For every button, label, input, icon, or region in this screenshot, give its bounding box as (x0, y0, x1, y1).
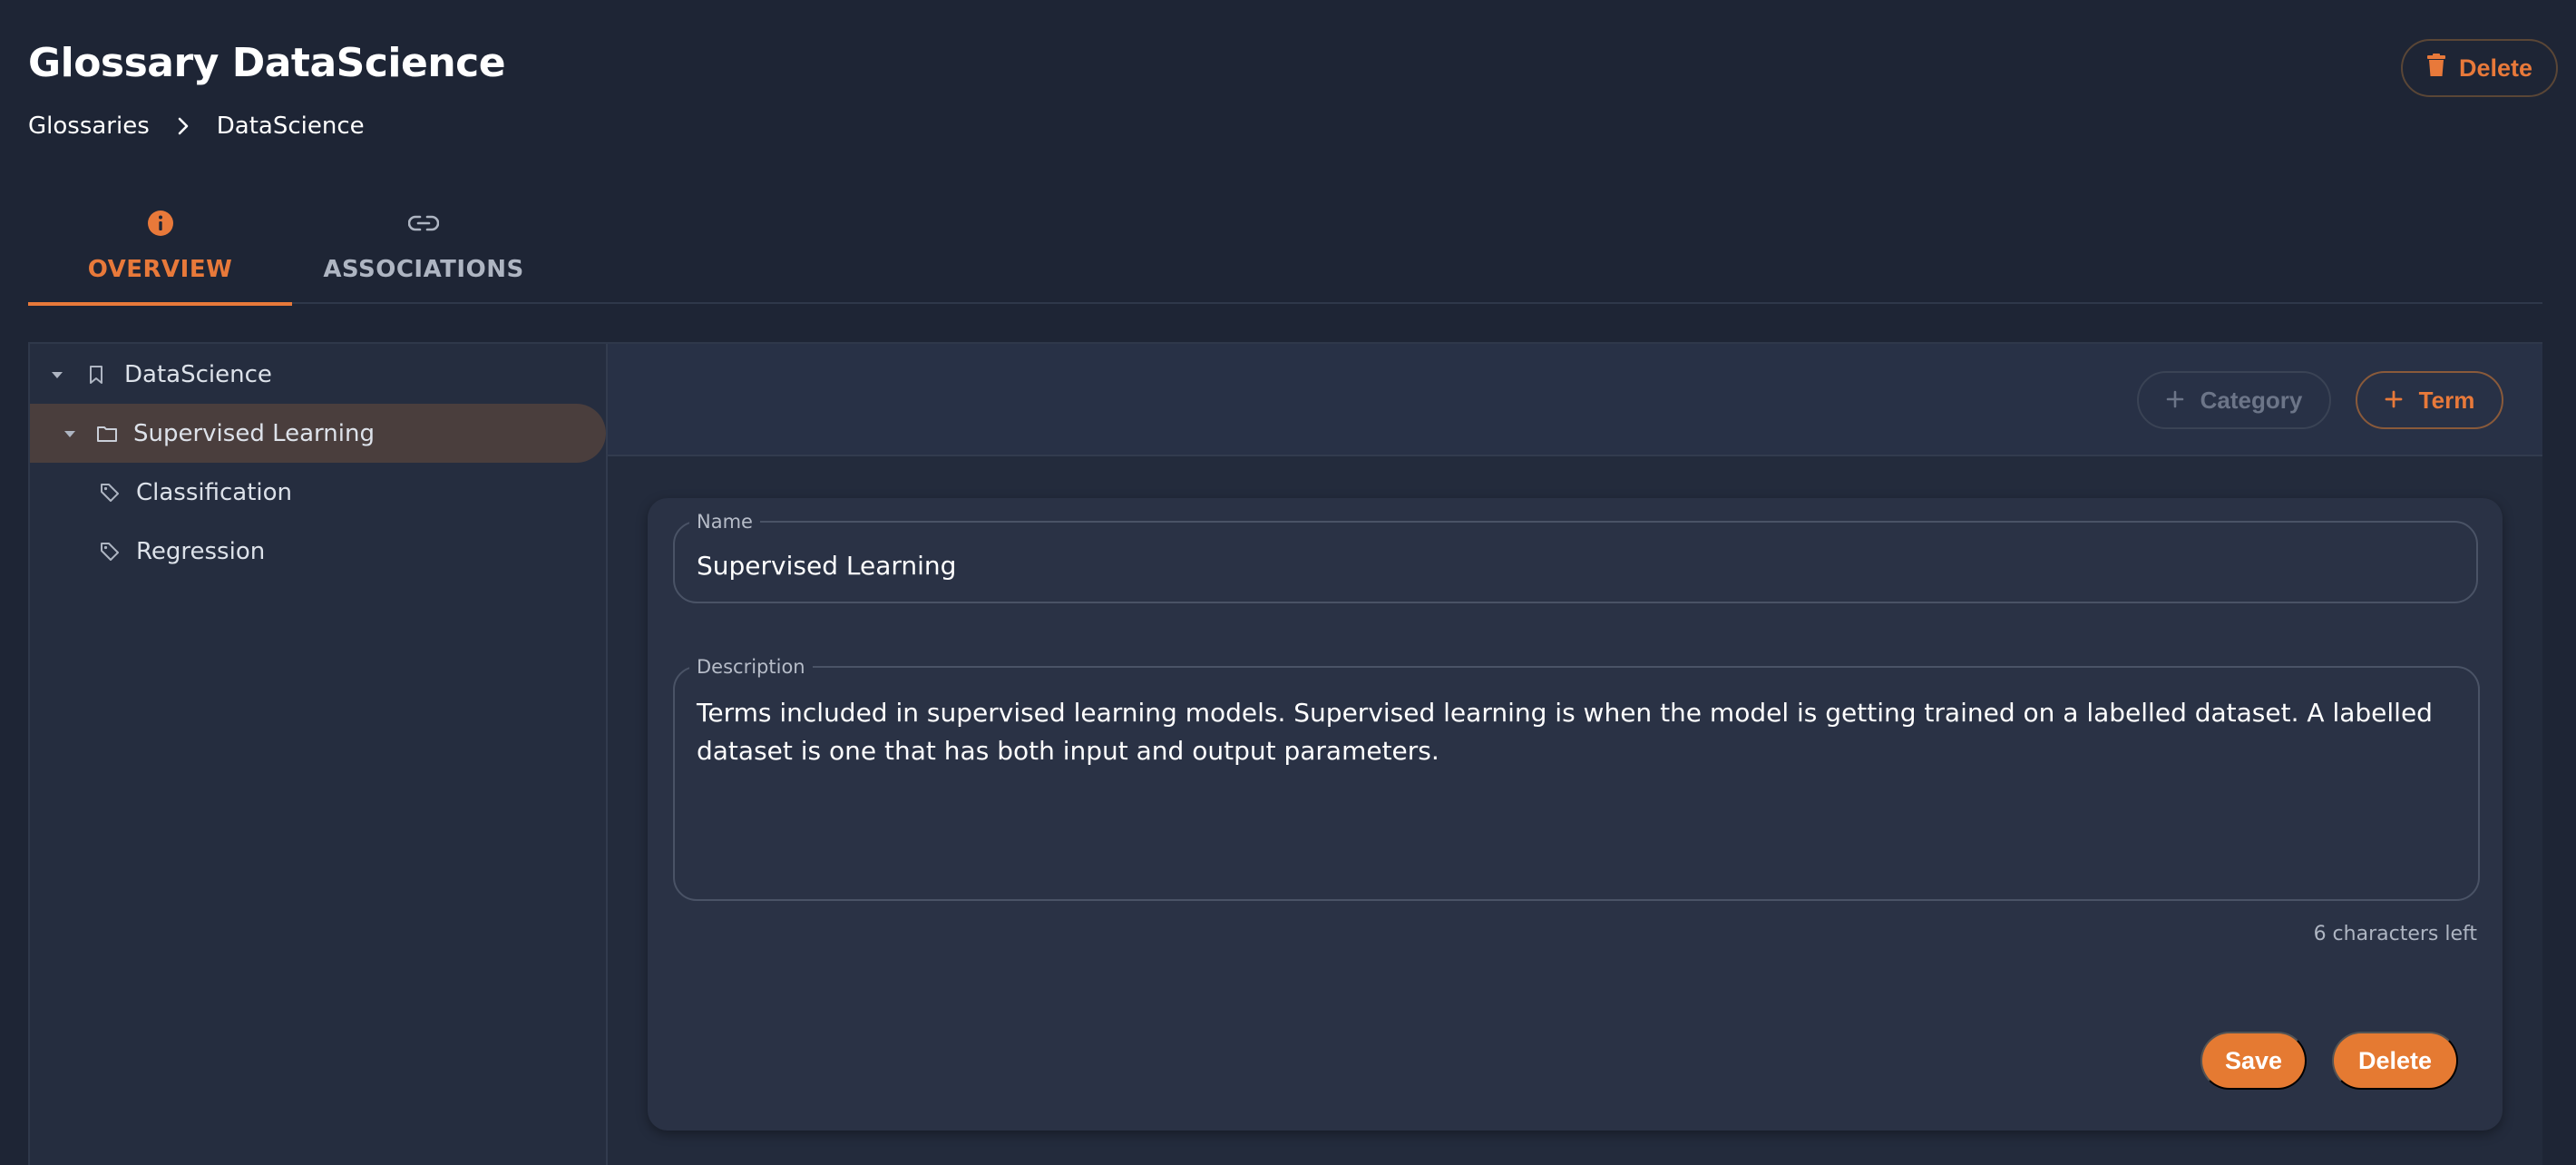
name-field[interactable]: Name Supervised Learning (673, 511, 2478, 603)
bookmark-icon (84, 365, 108, 385)
characters-left-counter: 6 characters left (2313, 923, 2477, 945)
description-textarea[interactable]: Terms included in supervised learning mo… (697, 694, 2456, 770)
tab-overview-label: OVERVIEW (87, 256, 233, 283)
chevron-right-icon (173, 116, 193, 136)
tree-item-label: Classification (136, 478, 293, 506)
folder-icon (95, 425, 119, 443)
detail-toolbar: Category Term (608, 344, 2542, 456)
tree-item-classification[interactable]: Classification (30, 463, 606, 522)
plus-icon (2385, 387, 2403, 415)
plus-icon (2166, 387, 2184, 415)
tab-overview[interactable]: OVERVIEW (28, 191, 292, 306)
delete-glossary-label: Delete (2458, 54, 2533, 82)
breadcrumb-item-datascience: DataScience (216, 113, 365, 140)
delete-category-button[interactable]: Delete (2332, 1032, 2458, 1090)
tree-item-datascience[interactable]: DataScience (30, 345, 606, 404)
tag-icon (98, 482, 122, 504)
add-category-label: Category (2200, 386, 2303, 414)
tree-item-label: DataScience (124, 360, 272, 388)
description-field-label: Description (697, 656, 805, 678)
category-form-card: Name Supervised Learning Description Ter… (648, 498, 2503, 1131)
caret-down-icon[interactable] (61, 429, 79, 438)
description-field[interactable]: Description Terms included in supervised… (673, 656, 2480, 901)
detail-pane: Category Term Name Supervised Learning D… (608, 344, 2542, 1165)
name-field-label: Name (697, 511, 753, 533)
glossary-page: Glossary DataScience Glossaries DataScie… (0, 0, 2576, 1165)
add-category-button[interactable]: Category (2137, 371, 2331, 429)
delete-glossary-button[interactable]: Delete (2401, 39, 2558, 97)
tree-item-label: Supervised Learning (133, 419, 375, 447)
tree-item-supervised-learning[interactable]: Supervised Learning (30, 404, 606, 463)
tag-icon (98, 541, 122, 563)
link-icon (408, 203, 439, 243)
add-term-button[interactable]: Term (2356, 371, 2503, 429)
tab-bar: OVERVIEW ASSOCIATIONS (28, 191, 2542, 306)
caret-down-icon[interactable] (48, 370, 66, 379)
glossary-tree: DataScience Supervised Learning Classifi… (30, 344, 608, 1165)
glossary-panel: DataScience Supervised Learning Classifi… (28, 342, 2542, 1165)
save-button[interactable]: Save (2200, 1032, 2307, 1090)
name-input[interactable]: Supervised Learning (697, 551, 2454, 581)
tab-associations[interactable]: ASSOCIATIONS (292, 191, 555, 304)
breadcrumb: Glossaries DataScience (28, 111, 365, 142)
tab-associations-label: ASSOCIATIONS (323, 256, 524, 283)
tree-item-label: Regression (136, 537, 266, 565)
trash-icon (2426, 53, 2446, 83)
tree-item-regression[interactable]: Regression (30, 522, 606, 581)
add-term-label: Term (2418, 386, 2475, 414)
page-title: Glossary DataScience (28, 40, 506, 86)
info-icon (147, 203, 174, 243)
breadcrumb-item-glossaries[interactable]: Glossaries (28, 113, 150, 140)
